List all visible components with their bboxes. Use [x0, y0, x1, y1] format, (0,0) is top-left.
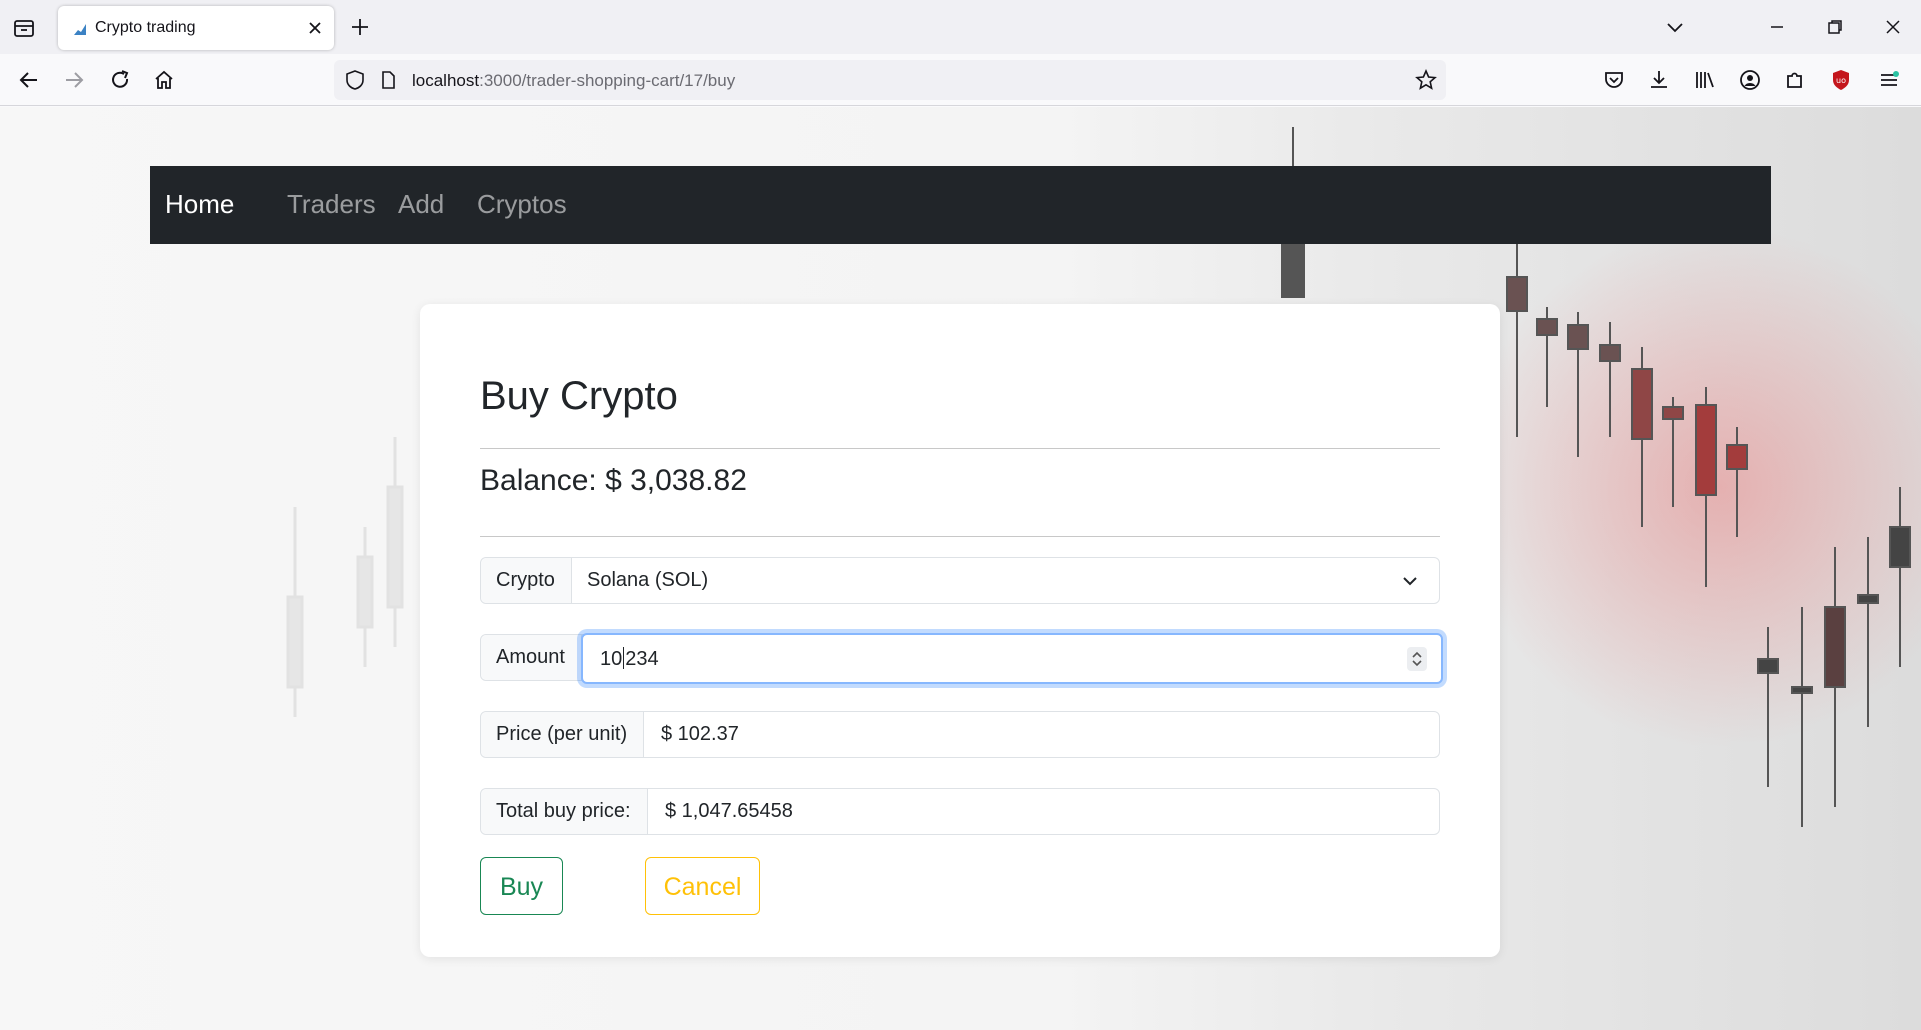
tracking-protection-shield-icon[interactable]	[344, 69, 366, 91]
nav-cryptos-link[interactable]: Cryptos	[477, 189, 567, 220]
pocket-icon[interactable]	[1601, 67, 1627, 93]
amount-label: Amount	[481, 635, 582, 680]
url-host: localhost	[412, 71, 480, 90]
close-tab-icon[interactable]	[306, 19, 324, 37]
amount-value-before-caret: 10	[600, 648, 623, 670]
browser-tab[interactable]: Crypto trading	[58, 6, 334, 50]
library-icon[interactable]	[1692, 67, 1718, 93]
downloads-icon[interactable]	[1646, 67, 1672, 93]
tab-list-icon[interactable]	[12, 16, 36, 40]
balance-divider	[480, 536, 1440, 537]
amount-input[interactable]: 10 234	[581, 633, 1443, 684]
amount-group: Amount 10 234	[480, 633, 1443, 684]
ublock-origin-icon[interactable]: uo	[1828, 67, 1854, 93]
cancel-button[interactable]: Cancel	[645, 857, 760, 915]
address-bar[interactable]: localhost:3000/trader-shopping-cart/17/b…	[334, 60, 1446, 100]
svg-text:uo: uo	[1836, 76, 1846, 85]
url-text[interactable]: localhost:3000/trader-shopping-cart/17/b…	[412, 71, 735, 91]
favicon-icon	[74, 24, 86, 35]
close-window-icon[interactable]	[1880, 14, 1906, 40]
page-info-icon[interactable]	[378, 70, 398, 90]
back-icon[interactable]	[16, 67, 42, 93]
number-spinner-icon[interactable]	[1407, 647, 1427, 671]
total-value: $ 1,047.65458	[665, 800, 793, 822]
amount-value-after-caret: 234	[625, 648, 659, 670]
extensions-icon[interactable]	[1782, 67, 1808, 93]
home-icon[interactable]	[151, 67, 177, 93]
new-tab-icon[interactable]	[348, 15, 372, 39]
reload-icon[interactable]	[107, 67, 133, 93]
nav-traders-link[interactable]: Traders	[287, 189, 376, 220]
buy-button[interactable]: Buy	[480, 857, 563, 915]
tab-title: Crypto trading	[95, 19, 196, 36]
page-title: Buy Crypto	[480, 374, 678, 418]
crypto-select[interactable]: Solana (SOL)	[572, 558, 1439, 603]
crypto-selected-value: Solana (SOL)	[587, 569, 709, 591]
total-label: Total buy price:	[481, 789, 648, 834]
browser-tab-bar: Crypto trading	[0, 0, 1921, 54]
crypto-select-group: Crypto Solana (SOL)	[480, 557, 1440, 604]
total-group: Total buy price: $ 1,047.65458	[480, 788, 1440, 835]
list-all-tabs-icon[interactable]	[1662, 14, 1688, 40]
site-navbar: Home Traders Add Cryptos	[150, 166, 1771, 244]
crypto-label: Crypto	[481, 558, 572, 603]
amount-value: 10 234	[600, 647, 659, 671]
browser-navigation-bar: localhost:3000/trader-shopping-cart/17/b…	[0, 54, 1921, 106]
bookmark-star-icon[interactable]	[1414, 68, 1438, 92]
restore-icon[interactable]	[1822, 14, 1848, 40]
app-menu-icon[interactable]	[1876, 67, 1902, 93]
balance-text: Balance: $ 3,038.82	[480, 464, 747, 497]
chevron-down-icon	[1403, 577, 1417, 586]
minimize-icon[interactable]	[1764, 14, 1790, 40]
account-icon[interactable]	[1737, 67, 1763, 93]
url-path: :3000/trader-shopping-cart/17/buy	[479, 71, 736, 90]
page-content: Home Traders Add Cryptos Buy Crypto Bala…	[0, 107, 1921, 1030]
price-group: Price (per unit) $ 102.37	[480, 711, 1440, 758]
title-divider	[480, 448, 1440, 449]
nav-add-link[interactable]: Add	[398, 189, 444, 220]
nav-home-link[interactable]: Home	[165, 189, 234, 220]
price-label: Price (per unit)	[481, 712, 644, 757]
price-value: $ 102.37	[661, 723, 739, 745]
buy-crypto-card: Buy Crypto Balance: $ 3,038.82 Crypto So…	[420, 304, 1500, 957]
forward-icon[interactable]	[61, 67, 87, 93]
